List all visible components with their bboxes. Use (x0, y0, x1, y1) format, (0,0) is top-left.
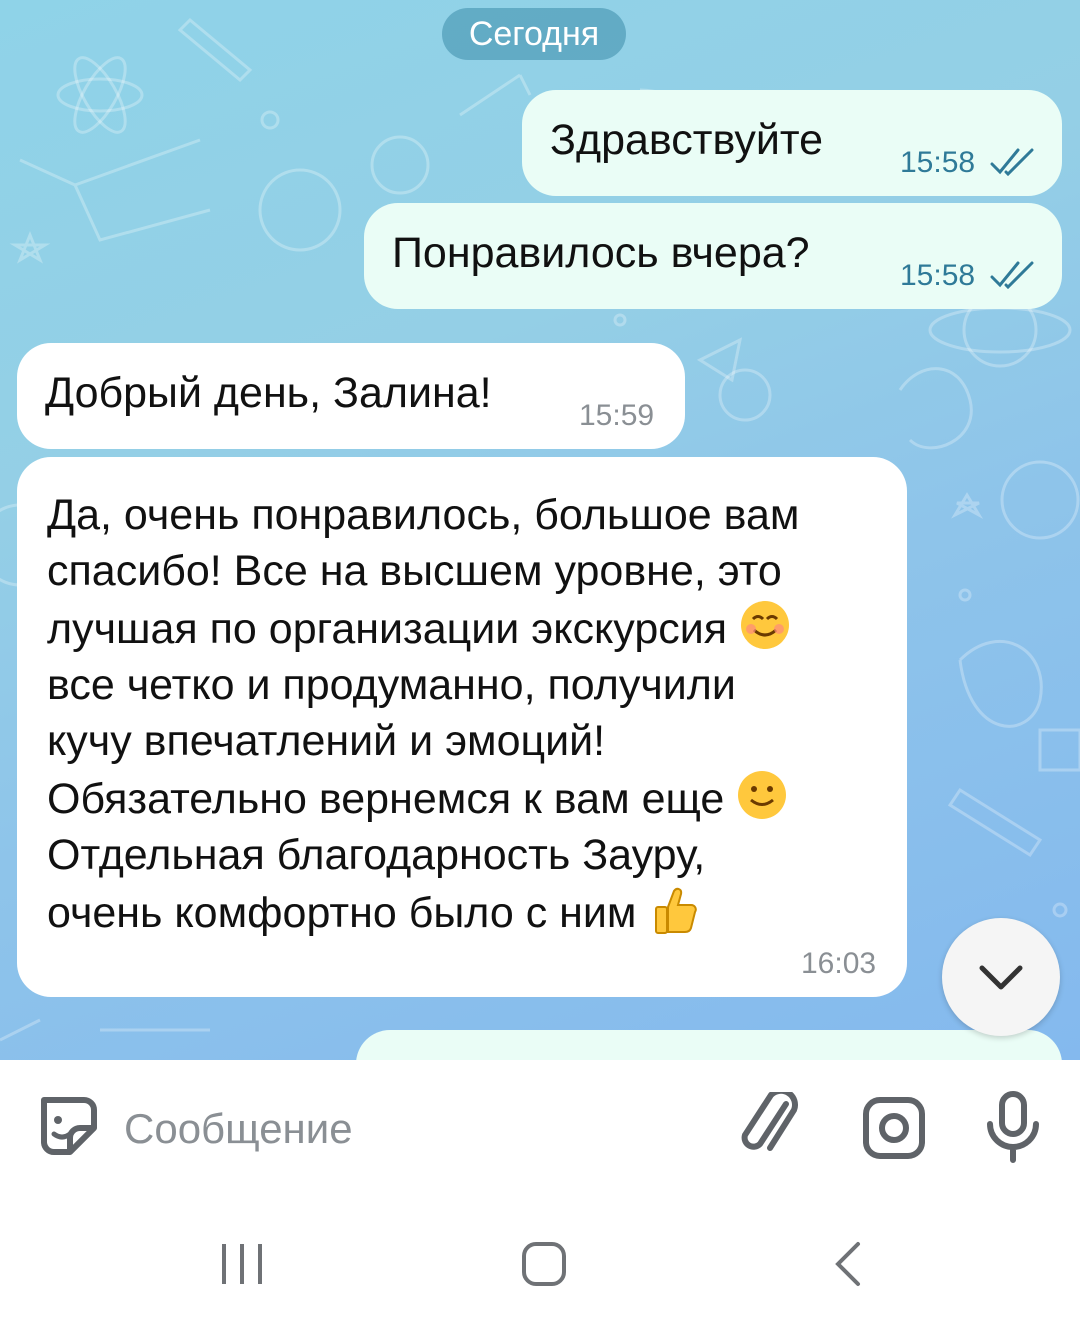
thumbs-up-emoji (655, 887, 698, 934)
message-text: Добрый день, Залина! (45, 369, 492, 417)
slightly-smiling-face-emoji (738, 771, 787, 819)
scroll-down-button[interactable] (942, 918, 1060, 1036)
chat-area[interactable]: Сегодня Здравствуйте 15:58 Понравилось в… (0, 0, 1080, 1060)
double-check-icon (990, 148, 1034, 176)
message-line: Отдельная благодарность Зауру, (47, 831, 706, 879)
message-time: 15:58 (900, 146, 976, 179)
sticker-icon[interactable] (34, 1092, 102, 1160)
message-line: Да, очень понравилось, большое вам (47, 491, 800, 539)
message-text: Понравилось вчера? (392, 229, 810, 277)
outgoing-message[interactable] (356, 1030, 1062, 1060)
date-separator: Сегодня (442, 8, 626, 60)
chevron-down-icon (979, 965, 1023, 990)
back-icon[interactable] (832, 1240, 864, 1288)
home-icon[interactable] (520, 1240, 568, 1288)
smiling-face-emoji (741, 601, 789, 649)
message-line: кучу впечатлений и эмоций! (47, 717, 606, 765)
message-input[interactable]: Сообщение (124, 1105, 353, 1153)
recent-apps-icon[interactable] (218, 1242, 266, 1286)
message-line-with-emoji: лучшая по организации экскурсия (47, 599, 897, 657)
system-navigation-bar (0, 1200, 1080, 1331)
microphone-icon[interactable] (984, 1090, 1042, 1164)
message-line-with-emoji: Обязательно вернемся к вам еще (47, 769, 897, 827)
incoming-message[interactable]: Да, очень понравилось, большое вам спаси… (17, 457, 907, 997)
message-line: все четко и продуманно, получили (47, 661, 736, 709)
message-text: Да, очень понравилось, большое вам спаси… (47, 487, 897, 941)
incoming-message[interactable]: Добрый день, Залина! 15:59 (17, 343, 685, 449)
outgoing-message[interactable]: Здравствуйте 15:58 (522, 90, 1062, 196)
message-line: спасибо! Все на высшем уровне, это (47, 547, 782, 595)
message-text: Здравствуйте (550, 116, 823, 164)
message-time: 15:59 (579, 399, 655, 432)
message-time: 16:03 (801, 947, 877, 980)
message-time: 15:58 (900, 259, 976, 292)
double-check-icon (990, 261, 1034, 289)
message-line-with-emoji: очень комфортно было с ним (47, 883, 897, 941)
camera-icon[interactable] (862, 1096, 926, 1160)
attach-icon[interactable] (740, 1092, 802, 1162)
outgoing-message[interactable]: Понравилось вчера? 15:58 (364, 203, 1062, 309)
